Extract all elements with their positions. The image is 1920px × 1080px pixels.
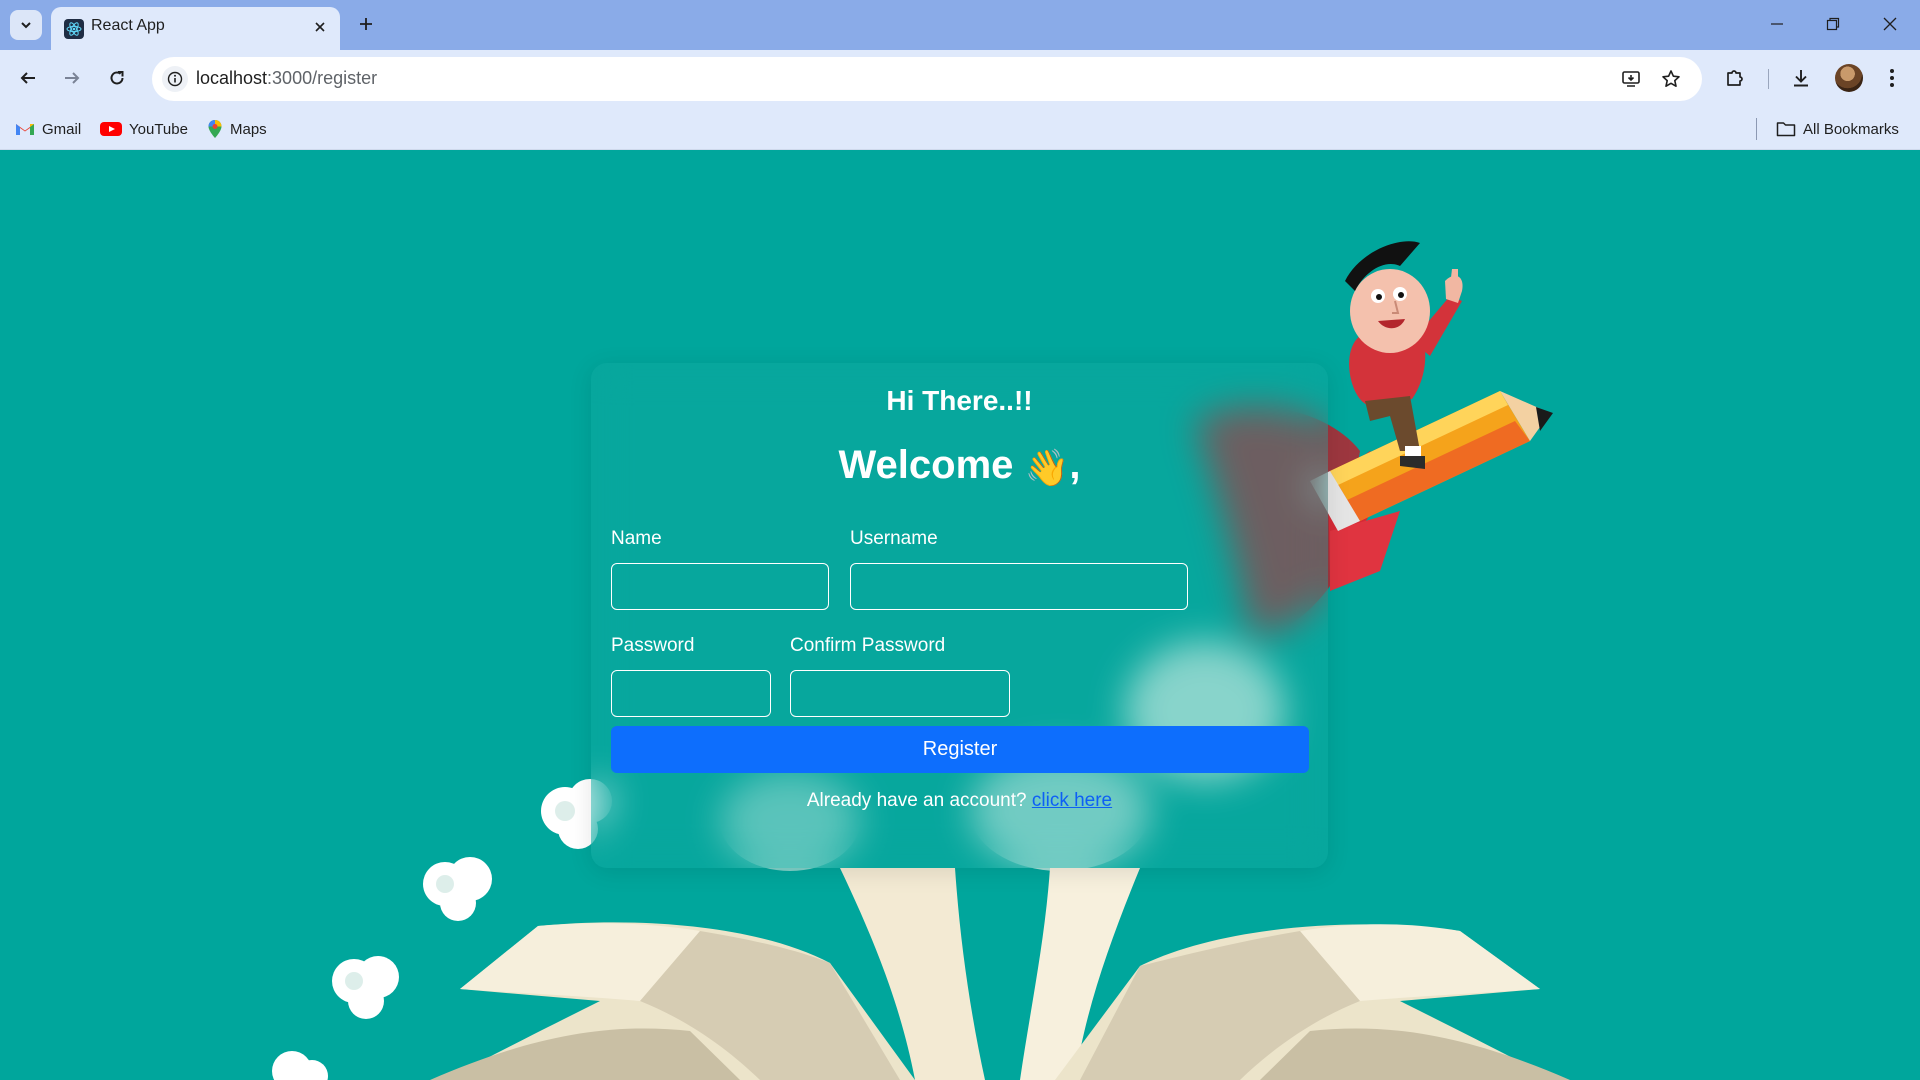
new-tab-button[interactable] <box>352 10 380 38</box>
browser-tab-bar: React App <box>0 0 1920 50</box>
arrow-right-icon <box>65 72 80 84</box>
bookmark-label: Gmail <box>42 120 82 138</box>
login-link[interactable]: click here <box>1032 790 1112 811</box>
reload-button[interactable] <box>100 61 134 95</box>
close-tab-icon[interactable] <box>310 17 330 37</box>
password-input[interactable] <box>611 670 771 717</box>
greeting-heading: Hi There..!! <box>886 385 1033 416</box>
password-label: Password <box>611 635 695 656</box>
kebab-menu-icon[interactable] <box>1876 62 1908 94</box>
browser-tab[interactable]: React App <box>51 7 340 50</box>
bookmark-label: YouTube <box>129 120 188 138</box>
waving-hand-icon: 👋 <box>1024 447 1070 488</box>
confirm-password-input[interactable] <box>790 670 1010 717</box>
extensions-icon[interactable] <box>1719 62 1751 94</box>
plus-icon <box>360 18 372 30</box>
url-host: localhost <box>196 68 268 88</box>
back-button[interactable] <box>11 61 45 95</box>
install-app-icon[interactable] <box>1618 66 1644 92</box>
minimize-icon <box>1771 23 1783 25</box>
profile-avatar[interactable] <box>1835 64 1863 92</box>
download-icon[interactable] <box>1785 62 1817 94</box>
chevron-down-icon <box>21 22 31 29</box>
welcome-text: Welcome <box>838 443 1014 487</box>
welcome-heading: Welcome 👋, <box>591 443 1328 489</box>
youtube-icon <box>100 122 122 136</box>
all-bookmarks-label: All Bookmarks <box>1803 120 1899 138</box>
restore-button[interactable] <box>1813 8 1853 40</box>
page-content: Hi There..!! Welcome 👋, Name Username Pa… <box>0 151 1920 1080</box>
tab-title: React App <box>91 17 165 34</box>
register-card: Hi There..!! Welcome 👋, Name Username Pa… <box>591 363 1328 868</box>
close-icon <box>1883 17 1897 31</box>
address-bar[interactable]: localhost:3000/register <box>152 57 1702 101</box>
bookmark-label: Maps <box>230 120 267 138</box>
maps-icon <box>208 120 222 138</box>
bookmark-youtube[interactable]: YouTube <box>100 118 188 140</box>
react-icon <box>64 19 84 39</box>
bookmarks-divider <box>1756 118 1757 140</box>
gmail-icon <box>16 124 34 135</box>
name-input[interactable] <box>611 563 829 610</box>
register-button[interactable]: Register <box>611 726 1309 773</box>
folder-icon <box>1776 122 1796 137</box>
all-bookmarks-button[interactable]: All Bookmarks <box>1776 118 1899 140</box>
bookmark-maps[interactable]: Maps <box>207 118 267 140</box>
reload-icon <box>110 71 124 85</box>
url-path: :3000/register <box>267 68 378 88</box>
minimize-button[interactable] <box>1757 8 1797 40</box>
bookmark-gmail[interactable]: Gmail <box>15 118 81 140</box>
bookmarks-bar: Gmail YouTube Maps All Bookmarks <box>0 108 1920 150</box>
arrow-left-icon <box>20 72 35 84</box>
restore-icon <box>1826 17 1840 31</box>
url-text[interactable]: localhost:3000/register <box>196 68 377 89</box>
forward-button[interactable] <box>55 61 89 95</box>
close-window-button[interactable] <box>1870 8 1910 40</box>
confirm-password-label: Confirm Password <box>790 635 946 656</box>
welcome-suffix: , <box>1069 443 1081 487</box>
bookmark-star-icon[interactable] <box>1658 66 1684 92</box>
login-prompt-text: Already have an account? <box>806 790 1027 811</box>
username-input[interactable] <box>850 563 1188 610</box>
tab-search-button[interactable] <box>10 10 42 40</box>
login-prompt: Already have an account? click here <box>591 790 1328 812</box>
name-label: Name <box>611 528 662 549</box>
toolbar-divider <box>1768 69 1769 89</box>
username-label: Username <box>850 528 938 549</box>
site-info-icon[interactable] <box>162 66 188 92</box>
browser-toolbar: localhost:3000/register <box>0 50 1920 108</box>
